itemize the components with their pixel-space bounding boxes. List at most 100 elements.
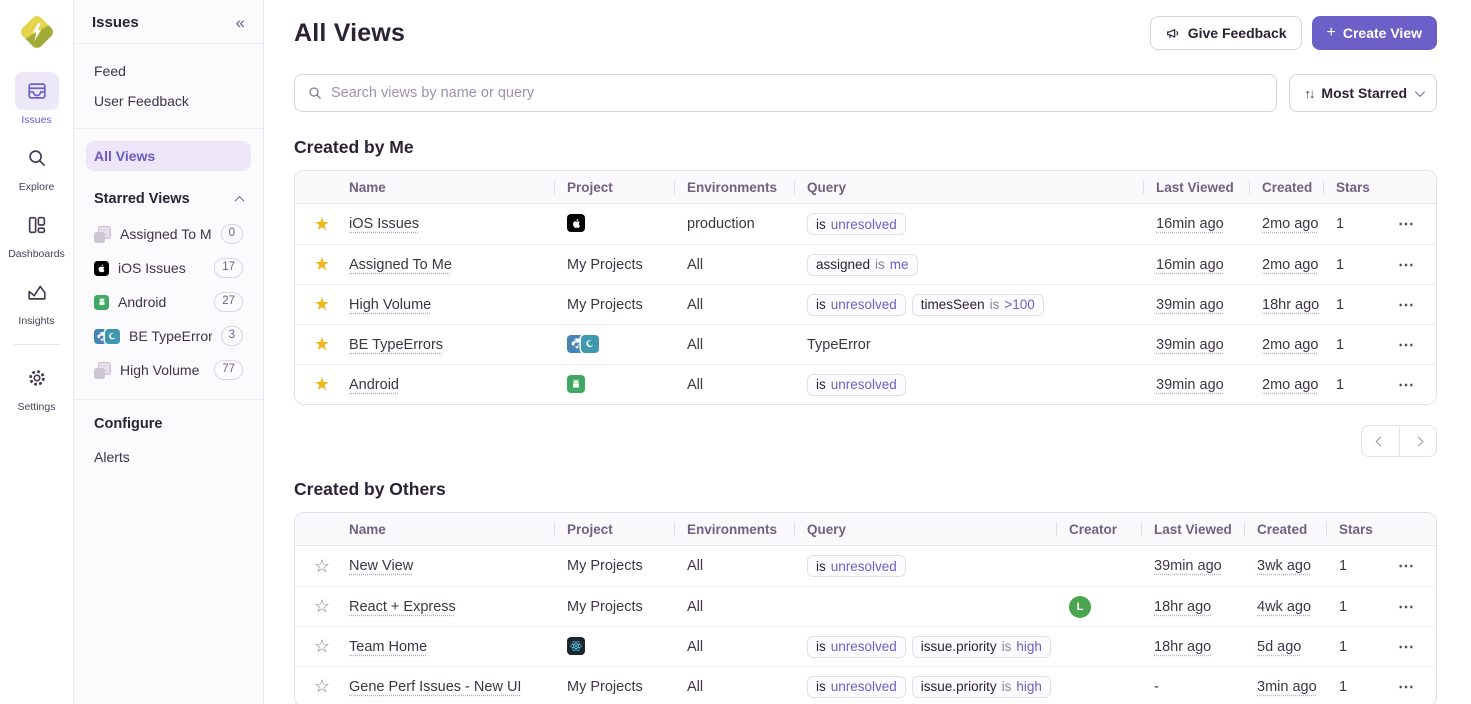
query-chip: isunresolved	[807, 294, 906, 316]
view-name-link[interactable]: High Volume	[349, 297, 431, 313]
view-name-link[interactable]: Team Home	[349, 639, 427, 655]
star-toggle[interactable]: ★	[314, 294, 330, 315]
row-actions-menu[interactable]: ⋯	[1398, 214, 1415, 234]
starred-view-item[interactable]: BE TypeErrors 3	[86, 319, 251, 353]
environments-value: All	[687, 639, 807, 655]
chevron-right-icon	[1413, 436, 1423, 446]
sort-dropdown[interactable]: ↑↓ Most Starred	[1289, 74, 1437, 112]
table-row: ★ Android All isunresolved 39min ago 2mo…	[295, 364, 1436, 404]
sidebar-title: Issues	[92, 14, 139, 31]
table-row: ☆ New View My Projects All isunresolved …	[295, 546, 1436, 586]
sidebar-item-user-feedback[interactable]: User Feedback	[86, 86, 251, 116]
view-name-link[interactable]: Android	[349, 377, 399, 393]
sidebar-item-all-views[interactable]: All Views	[86, 141, 251, 171]
query-chip: isunresolved	[807, 676, 906, 698]
query-cell: isunresolved timesSeenis>100	[807, 294, 1156, 316]
project-value: My Projects	[567, 558, 687, 574]
search-views-box	[294, 74, 1277, 112]
divider	[74, 399, 263, 400]
nav-rail-item-issues[interactable]: Issues	[5, 72, 69, 126]
created-value: 3min ago	[1257, 679, 1317, 695]
search-icon	[307, 85, 323, 101]
row-actions-menu[interactable]: ⋯	[1398, 255, 1415, 275]
last-viewed-value: 16min ago	[1156, 257, 1224, 273]
logo-bolt-icon	[28, 21, 46, 43]
star-toggle[interactable]: ☆	[314, 636, 330, 657]
column-header-name: Name	[349, 522, 567, 537]
query-chip: isunresolved	[807, 213, 906, 235]
nav-rail-item-insights[interactable]: Insights	[5, 273, 69, 327]
starred-view-item[interactable]: Assigned To Me 0	[86, 217, 251, 251]
column-header-project: Project	[567, 180, 687, 195]
starred-view-item[interactable]: Android 27	[86, 285, 251, 319]
query-plain-text: TypeError	[807, 337, 871, 353]
column-header-name: Name	[349, 180, 567, 195]
star-toggle[interactable]: ★	[314, 374, 330, 395]
view-name-link[interactable]: Assigned To Me	[349, 257, 452, 273]
starred-view-item[interactable]: iOS Issues 17	[86, 251, 251, 285]
star-toggle[interactable]: ★	[314, 254, 330, 275]
nav-rail-label: Explore	[19, 181, 55, 193]
stars-count: 1	[1339, 599, 1394, 615]
nav-rail-item-dashboards[interactable]: Dashboards	[5, 206, 69, 260]
configure-header: Configure	[86, 412, 251, 436]
nav-rail: Issues Explore Dashboards	[0, 0, 74, 704]
view-name-link[interactable]: iOS Issues	[349, 216, 419, 232]
query-cell: assignedisme	[807, 254, 1156, 276]
view-name-link[interactable]: Gene Perf Issues - New UI	[349, 679, 521, 695]
row-actions-menu[interactable]: ⋯	[1398, 335, 1415, 355]
next-page-button[interactable]	[1399, 425, 1437, 457]
collapse-sidebar-icon[interactable]: «	[236, 14, 245, 31]
issues-icon	[15, 72, 59, 110]
star-toggle[interactable]: ★	[314, 334, 330, 355]
environments-value: All	[687, 377, 807, 393]
nav-rail-item-explore[interactable]: Explore	[5, 139, 69, 193]
search-views-input[interactable]	[331, 85, 1264, 101]
query-cell: isunresolved	[807, 213, 1156, 235]
last-viewed-value: 18hr ago	[1154, 599, 1211, 615]
created-value: 2mo ago	[1262, 377, 1318, 393]
created-by-me-heading: Created by Me	[294, 137, 1437, 158]
nav-rail-item-settings[interactable]: Settings	[5, 359, 69, 413]
count-badge: 77	[214, 360, 243, 380]
column-header-query: Query	[807, 180, 1156, 195]
created-value: 2mo ago	[1262, 257, 1318, 273]
android-icon	[94, 295, 109, 310]
creator-avatar: L	[1069, 596, 1091, 618]
project-value: My Projects	[567, 679, 687, 695]
star-toggle[interactable]: ☆	[314, 556, 330, 577]
row-actions-menu[interactable]: ⋯	[1398, 597, 1415, 617]
star-toggle[interactable]: ☆	[314, 596, 330, 617]
row-actions-menu[interactable]: ⋯	[1398, 375, 1415, 395]
starred-views-header[interactable]: Starred Views	[86, 187, 251, 211]
nav-rail-label: Settings	[18, 401, 56, 413]
starred-view-item[interactable]: High Volume 77	[86, 353, 251, 387]
chevron-down-icon	[1415, 87, 1425, 97]
view-name-link[interactable]: New View	[349, 558, 413, 574]
view-name-link[interactable]: BE TypeErrors	[349, 337, 443, 353]
environments-value: All	[687, 558, 807, 574]
query-chip: issue.priorityishigh	[912, 676, 1051, 698]
query-cell: isunresolved	[807, 374, 1156, 396]
previous-page-button[interactable]	[1361, 425, 1399, 457]
view-name-link[interactable]: React + Express	[349, 599, 456, 615]
query-chip: timesSeenis>100	[912, 294, 1044, 316]
row-actions-menu[interactable]: ⋯	[1398, 637, 1415, 657]
environments-value: All	[687, 257, 807, 273]
create-view-button[interactable]: + Create View	[1312, 16, 1437, 50]
sidebar-item-alerts[interactable]: Alerts	[86, 442, 251, 472]
app-root: Issues Explore Dashboards	[0, 0, 1471, 704]
issues-sidebar: Issues « Feed User Feedback All Views St…	[74, 0, 264, 704]
row-actions-menu[interactable]: ⋯	[1398, 677, 1415, 697]
row-actions-menu[interactable]: ⋯	[1398, 556, 1415, 576]
sidebar-item-feed[interactable]: Feed	[86, 56, 251, 86]
query-chip: assignedisme	[807, 254, 918, 276]
sentry-logo[interactable]	[17, 12, 57, 52]
table-row: ★ BE TypeErrors All TypeError 39min ago …	[295, 324, 1436, 364]
environments-value: production	[687, 216, 807, 232]
give-feedback-button[interactable]: Give Feedback	[1150, 16, 1302, 50]
nav-rail-label: Dashboards	[8, 248, 65, 260]
star-toggle[interactable]: ☆	[314, 676, 330, 697]
star-toggle[interactable]: ★	[314, 214, 330, 235]
row-actions-menu[interactable]: ⋯	[1398, 295, 1415, 315]
